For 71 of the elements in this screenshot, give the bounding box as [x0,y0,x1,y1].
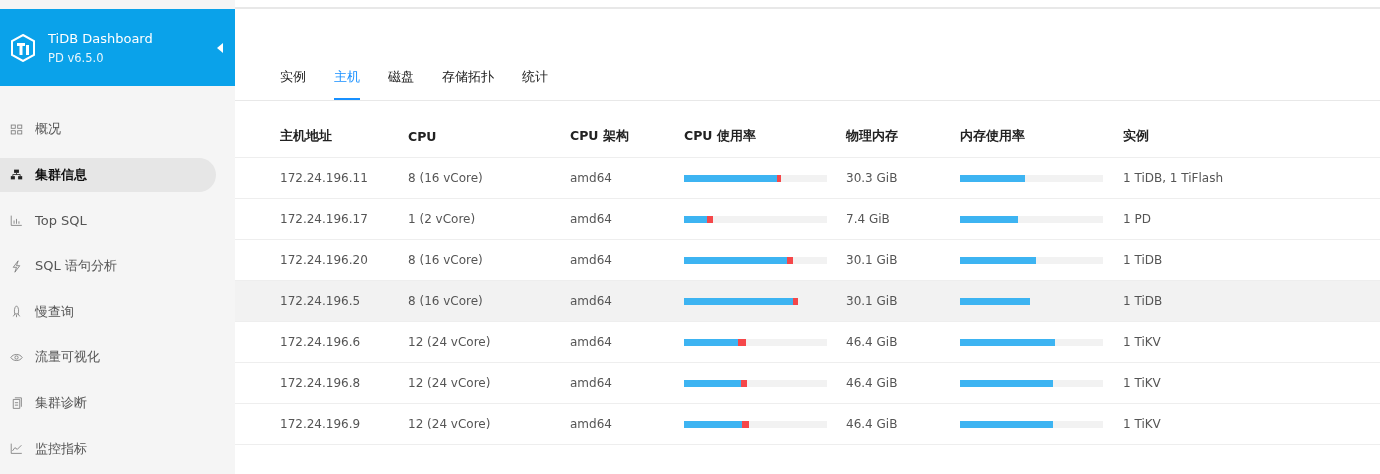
instances-text: 1 TiDB, 1 TiFlash [1123,171,1224,185]
column-header: 实例 [1123,127,1149,143]
column-header: CPU 架构 [570,127,629,143]
sidebar-item[interactable]: Top SQL [0,203,216,238]
memory-size: 46.4 GiB [846,335,898,349]
host-address: 172.24.196.5 [280,294,361,308]
host-address: 172.24.196.9 [280,417,361,431]
instances-text: 1 PD [1123,212,1151,226]
cpu-arch: amd64 [570,294,612,308]
sidebar-item[interactable]: 流量可视化 [0,340,216,375]
tab[interactable]: 统计 [522,67,548,100]
instances-text: 1 TiKV [1123,417,1161,431]
table-row[interactable]: 172.24.196.11 8 (16 vCore) amd64 30.3 GiB 1 TiDB, 1 TiFlash [235,158,1380,199]
memory-size: 46.4 GiB [846,376,898,390]
instances-text: 1 TiDB [1123,294,1163,308]
tab[interactable]: 存储拓扑 [442,67,494,100]
cpu-arch: amd64 [570,376,612,390]
cpu-cores: 1 (2 vCore) [408,212,476,226]
sidebar-item[interactable]: 慢查询 [0,294,216,329]
grid-icon [10,122,23,136]
column-header: CPU 使用率 [684,127,756,143]
cpu-arch: amd64 [570,335,612,349]
documents-icon [10,396,23,410]
table-row[interactable]: 172.24.196.17 1 (2 vCore) amd64 7.4 GiB 1 PD [235,199,1380,240]
table-row[interactable]: 172.24.196.6 12 (24 vCore) amd64 46.4 GiB 1 TiKV [235,322,1380,363]
table-row[interactable]: 172.24.196.8 12 (24 vCore) amd64 46.4 GiB 1 TiKV [235,363,1380,404]
tab[interactable]: 实例 [280,67,306,100]
logo-icon [10,33,36,62]
host-address: 172.24.196.11 [280,171,368,185]
cpu-cores: 8 (16 vCore) [408,253,483,267]
app-title: TiDB Dashboard [48,30,154,46]
column-header: 内存使用率 [960,127,1025,143]
sidebar-item[interactable]: 概况 [0,112,216,146]
sidebar-item[interactable]: 监控指标 [0,431,216,466]
cpu-arch: amd64 [570,212,612,226]
host-address: 172.24.196.17 [280,212,368,226]
rocket-icon [10,305,23,319]
memory-size: 46.4 GiB [846,417,898,431]
memory-size: 30.3 GiB [846,171,898,185]
table-row[interactable]: 172.24.196.9 12 (24 vCore) amd64 46.4 GiB 1 TiKV [235,404,1380,445]
cpu-cores: 8 (16 vCore) [408,171,483,185]
version-label: PD v6.5.0 [48,50,105,65]
column-header: CPU [408,128,437,144]
memory-size: 7.4 GiB [846,212,890,226]
line-chart-icon [10,442,23,456]
host-address: 172.24.196.8 [280,376,361,390]
column-header: 物理内存 [846,127,898,143]
memory-size: 30.1 GiB [846,294,898,308]
table-row[interactable]: 172.24.196.5 8 (16 vCore) amd64 30.1 GiB 1 TiDB [235,281,1380,322]
column-header: 主机地址 [280,127,332,143]
sidebar-item[interactable]: 集群信息 [0,157,216,192]
cpu-cores: 12 (24 vCore) [408,376,491,390]
instances-text: 1 TiDB [1123,253,1163,267]
tab[interactable]: 磁盘 [388,67,414,100]
instances-text: 1 TiKV [1123,335,1161,349]
cpu-arch: amd64 [570,171,612,185]
lightning-icon [10,259,23,273]
cpu-arch: amd64 [570,253,612,267]
bar-chart-icon [10,213,23,227]
cpu-arch: amd64 [570,417,612,431]
sidebar-item[interactable]: 集群诊断 [0,386,216,421]
instances-text: 1 TiKV [1123,376,1161,390]
host-address: 172.24.196.6 [280,335,361,349]
cpu-cores: 12 (24 vCore) [408,417,491,431]
cluster-icon [10,168,23,182]
collapse-icon[interactable] [217,42,223,53]
sidebar-item[interactable]: SQL 语句分析 [0,249,216,284]
cpu-cores: 8 (16 vCore) [408,294,483,308]
cpu-cores: 12 (24 vCore) [408,335,491,349]
host-address: 172.24.196.20 [280,253,368,267]
memory-size: 30.1 GiB [846,253,898,267]
